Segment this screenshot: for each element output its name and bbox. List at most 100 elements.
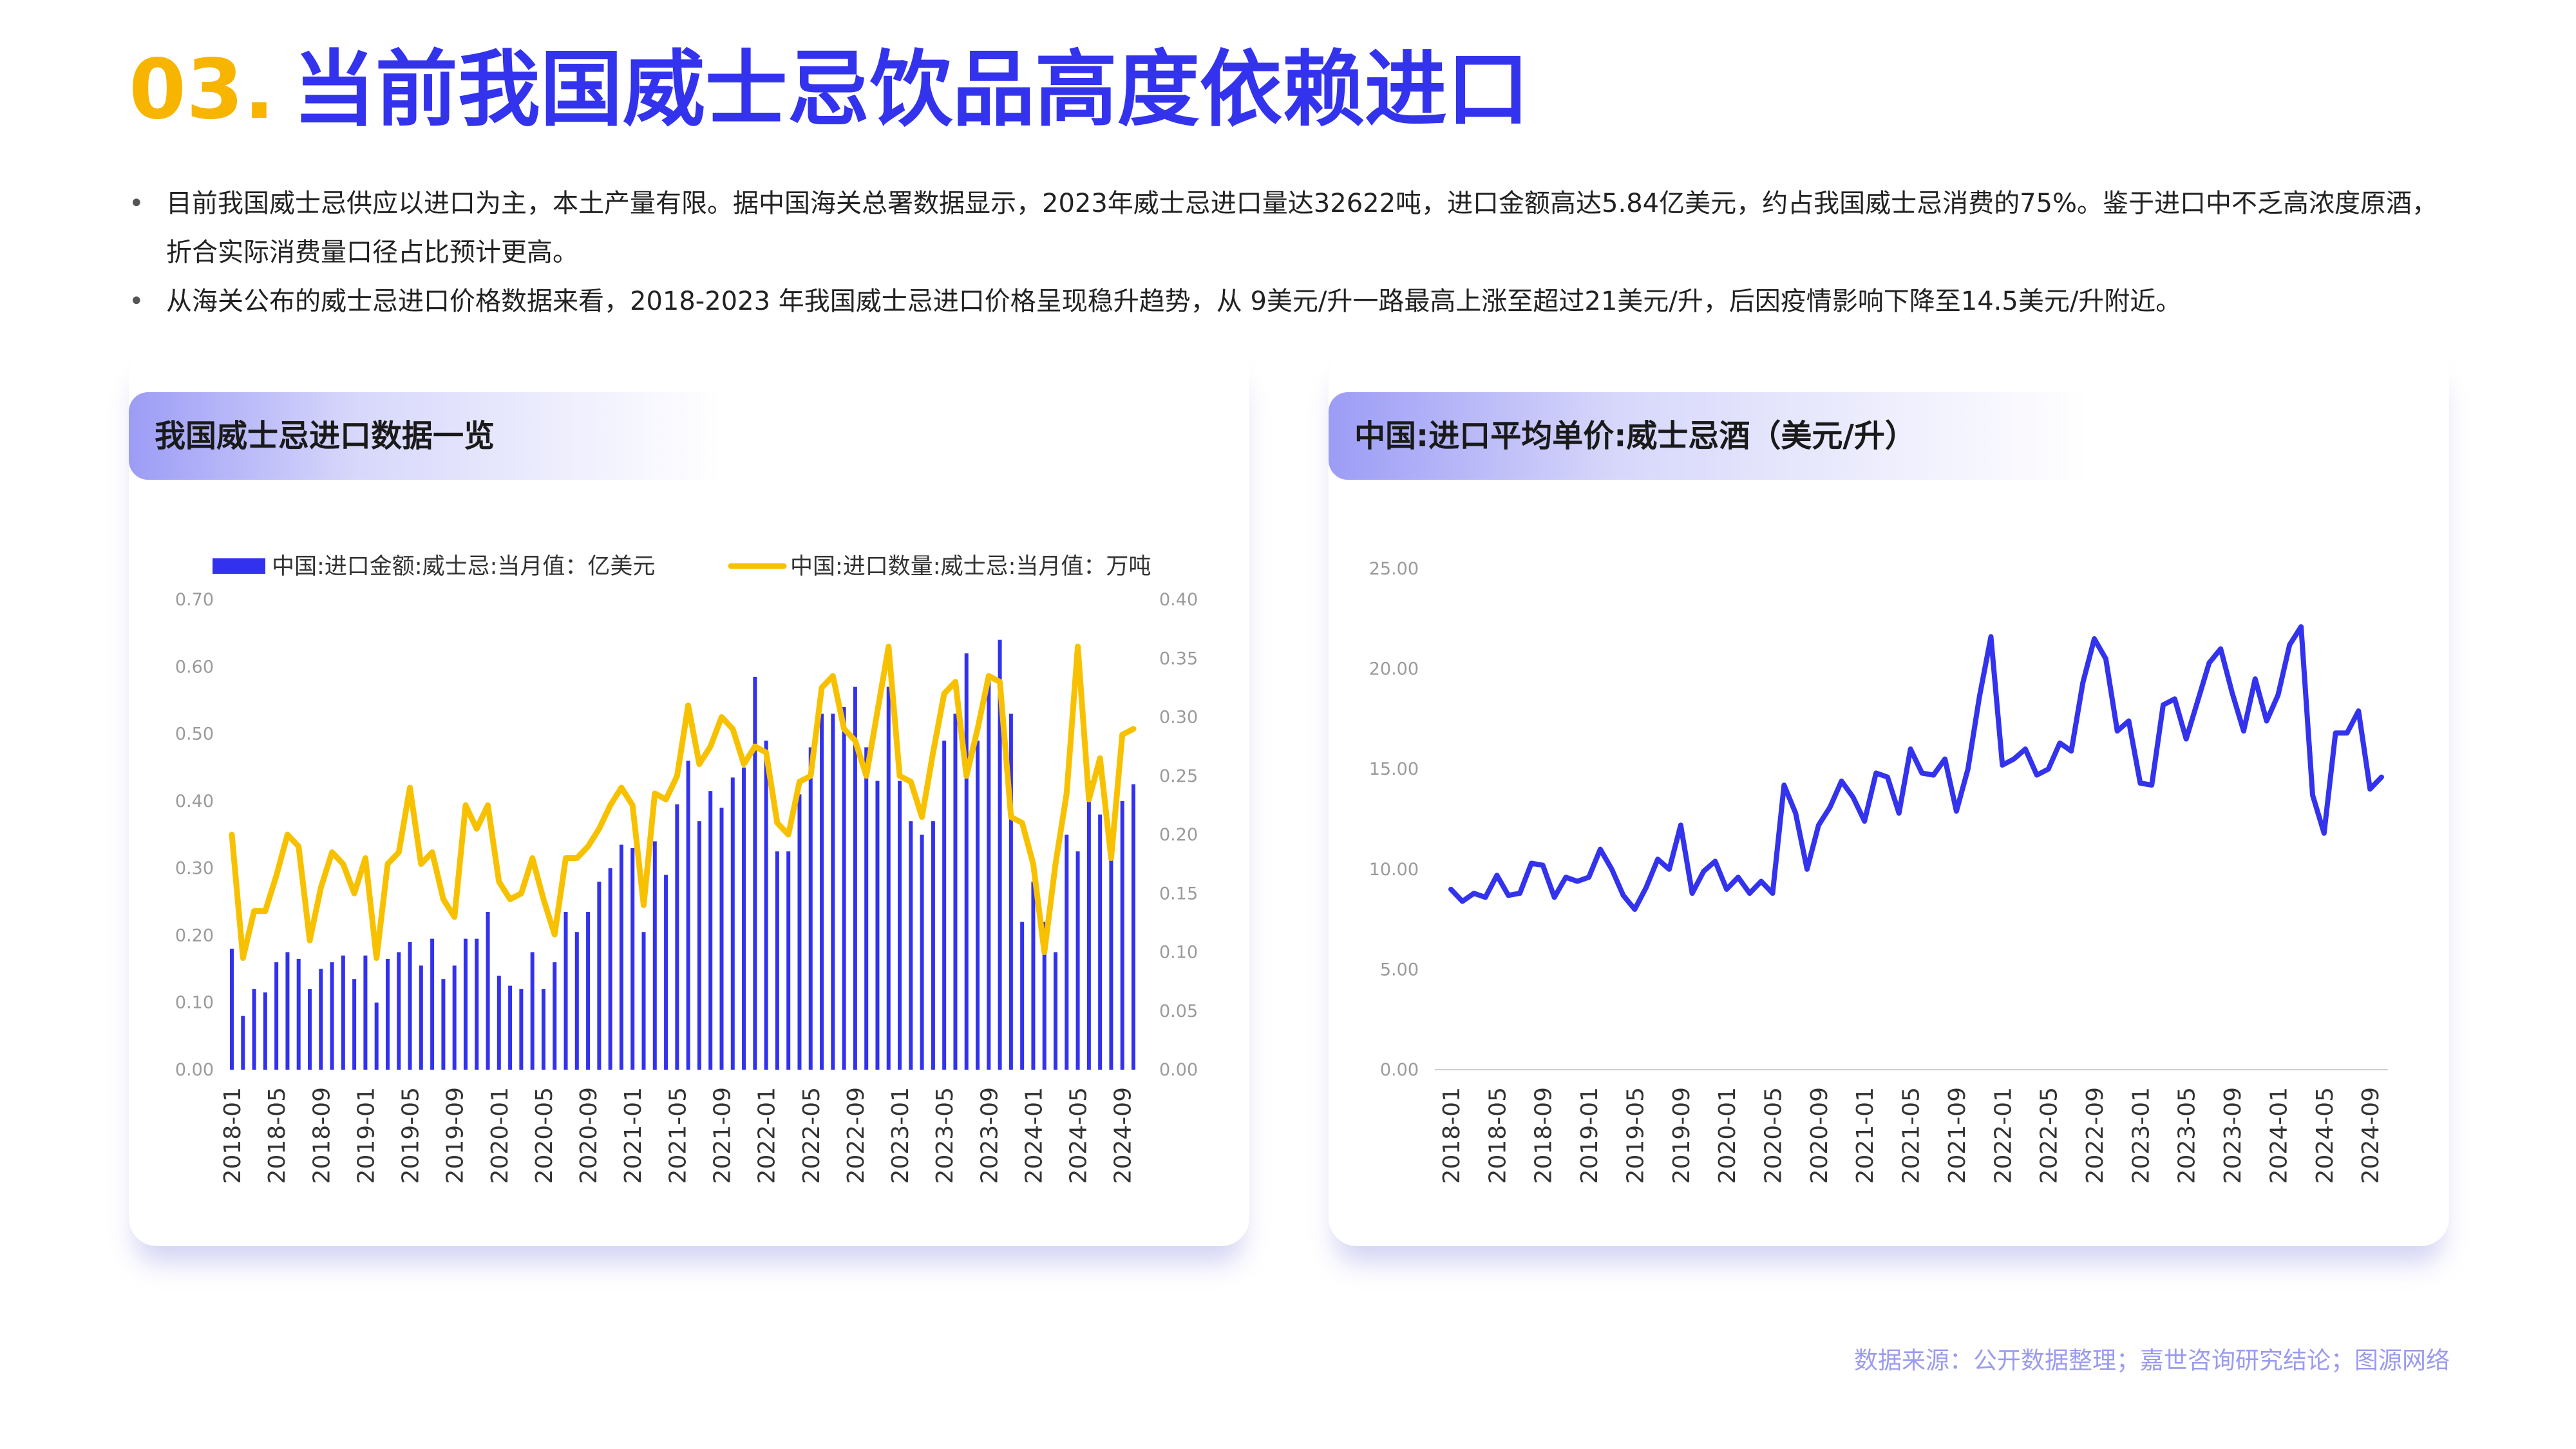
section-title: 当前我国威士忌饮品高度依赖进口 — [292, 42, 1530, 138]
import-amount-volume-chart: 0.00 0.10 0.20 0.30 0.40 0.50 0.60 0.70 0.00 0.05… — [175, 554, 1198, 1184]
bar — [953, 714, 958, 1070]
bar — [619, 844, 623, 1070]
y-tick-label-left: 0.60 — [175, 657, 214, 677]
x-tick-label: 2023-01 — [2128, 1087, 2154, 1184]
x-tick-label: 2023-05 — [2174, 1087, 2201, 1184]
bar — [497, 976, 501, 1070]
y-tick-label: 5.00 — [1380, 960, 1419, 980]
x-tick-label: 2021-05 — [1899, 1087, 1925, 1184]
bar — [352, 979, 357, 1070]
x-tick-label: 2019-01 — [353, 1087, 379, 1184]
legend-label-bar: 中国:进口金额:威士忌:当月值：亿美元 — [272, 554, 655, 580]
bar — [1065, 835, 1069, 1070]
x-tick-label: 2021-09 — [1944, 1087, 1971, 1184]
bar — [987, 680, 991, 1070]
bar — [564, 911, 568, 1070]
y-tick-label: 25.00 — [1369, 559, 1419, 579]
bar — [330, 962, 334, 1070]
x-tick-label: 2019-01 — [1577, 1087, 1603, 1184]
bar — [886, 687, 891, 1070]
bar — [909, 821, 913, 1070]
series-line — [1448, 624, 2384, 912]
bar — [1031, 882, 1036, 1070]
x-tick-label: 2020-05 — [1761, 1087, 1787, 1184]
bar — [1109, 855, 1113, 1070]
y-tick-label-left: 0.00 — [175, 1060, 214, 1080]
x-tick-label: 2022-05 — [799, 1087, 825, 1184]
x-tick-label: 2018-09 — [308, 1087, 335, 1184]
section-number: 03. — [129, 42, 275, 138]
x-tick-label: 2020-09 — [576, 1087, 602, 1184]
x-tick-label: 2023-05 — [932, 1087, 958, 1184]
legend-label-line: 中国:进口数量:威士忌:当月值：万吨 — [790, 554, 1151, 580]
bar — [1098, 814, 1103, 1070]
x-tick-label: 2022-09 — [2082, 1087, 2108, 1184]
bar — [263, 992, 267, 1070]
y-tick-label-left: 0.70 — [175, 590, 214, 610]
bar — [363, 955, 368, 1070]
bar — [831, 714, 835, 1070]
bar — [875, 781, 880, 1070]
x-tick-label: 2018-09 — [1531, 1087, 1557, 1184]
bar — [597, 882, 601, 1070]
bar — [241, 1016, 245, 1070]
x-tick-label: 2024-05 — [2312, 1087, 2338, 1184]
bar — [541, 989, 545, 1070]
y-tick-label: 15.00 — [1369, 759, 1419, 779]
page-title: 03. 当前我国威士忌饮品高度依赖进口 — [129, 42, 1530, 138]
bar — [920, 835, 924, 1070]
bar — [430, 938, 435, 1070]
x-tick-label: 2023-01 — [887, 1087, 914, 1184]
x-tick-label: 2020-01 — [1714, 1087, 1741, 1184]
bar — [675, 804, 679, 1070]
bar — [742, 767, 746, 1070]
bar — [307, 989, 312, 1070]
y-tick-label-right: 0.40 — [1159, 590, 1198, 610]
bar — [931, 821, 935, 1070]
x-tick-label: 2022-01 — [754, 1087, 781, 1184]
y-tick-label-right: 0.30 — [1159, 708, 1198, 728]
x-tick-label: 2022-05 — [2036, 1087, 2063, 1184]
bar — [1132, 784, 1135, 1070]
x-tick-label: 2024-09 — [2358, 1087, 2384, 1184]
import-price-card: 中国:进口平均单价:威士忌酒（美元/升） 0.00 5.00 10.00 15.00 2… — [1329, 350, 2449, 1246]
bar — [553, 962, 557, 1070]
y-tick-label-left: 0.20 — [175, 925, 214, 945]
x-tick-label: 2018-01 — [1439, 1087, 1465, 1184]
bar — [419, 965, 423, 1070]
y-tick-label-left: 0.10 — [175, 993, 214, 1013]
bullet-item: 目前我国威士忌供应以进口为主，本土产量有限。据中国海关总署数据显示，2023年威… — [129, 179, 2460, 277]
bar — [898, 781, 902, 1070]
y-tick-label: 20.00 — [1369, 659, 1419, 679]
bar — [441, 979, 446, 1070]
bar — [719, 808, 724, 1070]
y-tick-label-right: 0.15 — [1159, 884, 1198, 904]
bar — [820, 714, 824, 1070]
y-tick-label-right: 0.35 — [1159, 649, 1198, 668]
bar — [942, 741, 947, 1070]
bullet-list: 目前我国威士忌供应以进口为主，本土产量有限。据中国海关总署数据显示，2023年威… — [129, 179, 2460, 326]
bar — [797, 794, 802, 1070]
x-tick-label: 2021-01 — [1852, 1087, 1879, 1184]
bar — [753, 676, 757, 1070]
bar — [486, 911, 490, 1070]
bar — [652, 841, 657, 1070]
x-tick-label: 2019-09 — [442, 1087, 469, 1184]
x-tick-label: 2021-05 — [665, 1087, 691, 1184]
bar — [397, 952, 401, 1070]
y-tick-label-left: 0.40 — [175, 791, 214, 811]
bar — [708, 791, 713, 1070]
x-tick-label: 2023-09 — [2220, 1087, 2246, 1184]
bar — [730, 777, 735, 1070]
x-tick-label: 2018-01 — [220, 1087, 246, 1184]
bar — [285, 952, 290, 1070]
bar — [452, 965, 457, 1070]
bar — [463, 938, 468, 1070]
x-tick-label: 2020-09 — [1806, 1087, 1833, 1184]
bar — [686, 761, 690, 1070]
x-tick-label: 2024-01 — [2266, 1087, 2292, 1184]
bar — [964, 653, 969, 1070]
legend-swatch-bar — [213, 558, 265, 574]
y-tick-label: 10.00 — [1369, 860, 1419, 880]
bar — [586, 911, 591, 1070]
